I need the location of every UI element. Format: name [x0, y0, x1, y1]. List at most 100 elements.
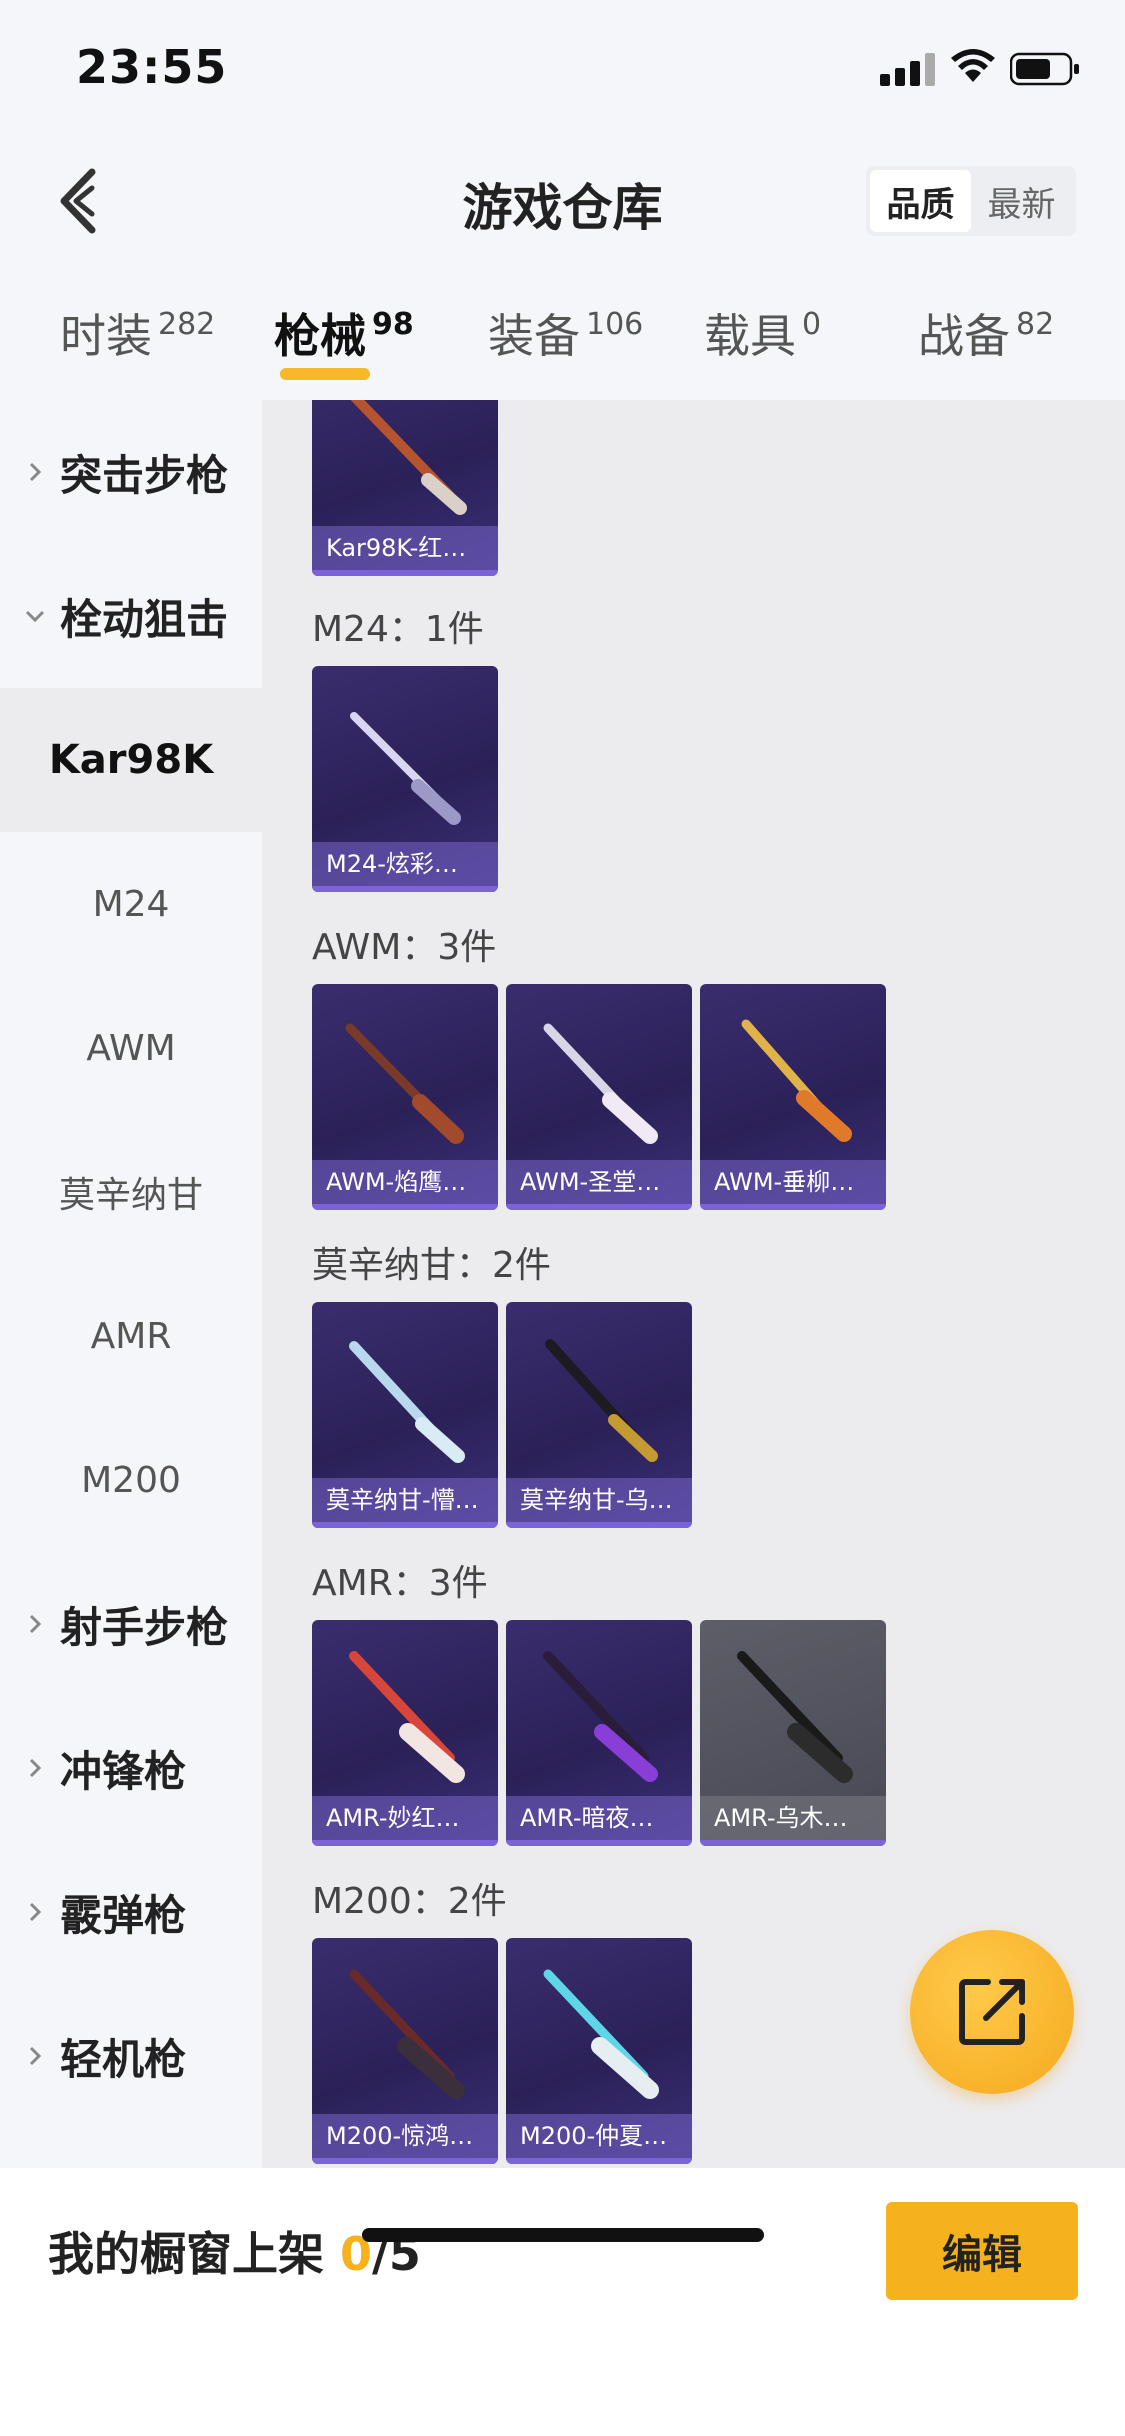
rifle-icon [349, 1969, 465, 2099]
section-title-awm: AWM：3件 [312, 927, 497, 968]
tab-label: 载具 [704, 309, 796, 363]
rifle-icon [350, 712, 461, 825]
chevron-down-icon [25, 610, 45, 623]
item-card[interactable]: Kar98K-红… [312, 400, 498, 576]
tab-weapons[interactable]: 枪械 98 [274, 300, 414, 366]
section-title-m24: M24：1件 [312, 609, 484, 650]
item-card-label: AWM-圣堂… [506, 1160, 692, 1204]
item-card[interactable]: AWM-垂柳… [700, 984, 886, 1210]
chevron-right-icon [29, 2046, 42, 2066]
sidebar-item-m24[interactable]: M24 [0, 832, 262, 976]
sort-newest-button[interactable]: 最新 [971, 170, 1072, 232]
status-time: 23:55 [76, 40, 228, 94]
status-bar: 23:55 [0, 0, 1125, 140]
tab-label: 战备 [918, 309, 1010, 363]
edit-button[interactable]: 编辑 [886, 2202, 1078, 2300]
section-title-amr: AMR：3件 [312, 1563, 488, 1604]
tab-count: 106 [586, 307, 644, 342]
tab-label: 时装 [60, 309, 152, 363]
item-card[interactable]: 莫辛纳甘-乌… [506, 1302, 692, 1528]
sidebar-group-label: 冲锋枪 [60, 1746, 187, 1796]
bottom-bar: 我的橱窗上架 0/5 编辑 [0, 2168, 1125, 2436]
chevron-right-icon [29, 1614, 42, 1634]
item-grid: Kar98K-红… M24：1件 M24-炫彩… AWM：3件 AWM-焰鹰… … [262, 400, 1125, 2170]
share-icon [959, 1979, 1025, 2045]
sidebar-item-m200[interactable]: M200 [0, 1408, 262, 1552]
item-card[interactable]: M24-炫彩… [312, 666, 498, 892]
sidebar-group-label: 突击步枪 [60, 450, 229, 500]
rifle-icon [543, 1023, 658, 1144]
category-tabs: 时装 282 枪械 98 装备 106 载具 0 战备 82 [0, 280, 1125, 390]
item-card-label: AMR-暗夜… [506, 1796, 692, 1840]
active-tab-indicator [280, 368, 370, 380]
sidebar-group-smgs[interactable]: 冲锋枪 [0, 1696, 262, 1840]
item-card-label: 莫辛纳甘-懵… [312, 1478, 498, 1522]
sidebar-item-awm[interactable]: AWM [0, 976, 262, 1120]
sidebar-item-amr[interactable]: AMR [0, 1264, 262, 1408]
item-card-label: M200-惊鸿… [312, 2114, 498, 2158]
item-card-label: AWM-垂柳… [700, 1160, 886, 1204]
tab-supplies[interactable]: 战备 82 [918, 300, 1054, 366]
rifle-icon [349, 1651, 465, 1783]
sidebar-group-marksman-rifles[interactable]: 射手步枪 [0, 1552, 262, 1696]
share-button[interactable] [910, 1930, 1074, 2094]
tab-outfits[interactable]: 时装 282 [60, 300, 215, 366]
cellular-signal-icon [880, 52, 936, 86]
sidebar-group-label: 霰弹枪 [60, 1890, 187, 1940]
home-indicator [362, 2228, 764, 2242]
tab-count: 98 [372, 307, 414, 342]
item-card-label: M24-炫彩… [312, 842, 498, 886]
sort-quality-button[interactable]: 品质 [870, 170, 971, 232]
app-screen: 23:55 游戏仓库 品质 最新 时装 282 枪械 98 装备 106 载具 … [0, 0, 1125, 2436]
rifle-icon [543, 1969, 659, 2099]
item-card-label: AMR-乌木… [700, 1796, 886, 1840]
sidebar-group-bolt-snipers[interactable]: 栓动狙击 [0, 544, 262, 688]
item-card[interactable]: M200-惊鸿… [312, 1938, 498, 2164]
item-card[interactable]: M200-仲夏… [506, 1938, 692, 2164]
sort-toggle: 品质 最新 [866, 166, 1076, 236]
rifle-icon [545, 1339, 658, 1462]
section-title-m200: M200：2件 [312, 1881, 507, 1922]
item-card-label: AWM-焰鹰… [312, 1160, 498, 1204]
sidebar-item-kar98k[interactable]: Kar98K [0, 688, 262, 832]
tab-count: 282 [158, 307, 216, 342]
item-card[interactable]: AWM-焰鹰… [312, 984, 498, 1210]
rifle-icon [741, 1019, 852, 1142]
sidebar-item-mosin[interactable]: 莫辛纳甘 [0, 1120, 262, 1264]
item-card-label: AMR-妙红… [312, 1796, 498, 1840]
chevron-right-icon [29, 1758, 42, 1778]
header: 游戏仓库 品质 最新 [0, 140, 1125, 260]
tab-count: 82 [1016, 307, 1055, 342]
item-card[interactable]: AMR-乌木… [700, 1620, 886, 1846]
sidebar-group-label: 栓动狙击 [60, 594, 229, 644]
rifle-icon [737, 1651, 853, 1783]
tab-count: 0 [802, 307, 822, 342]
tab-label: 枪械 [274, 309, 366, 363]
item-card[interactable]: AMR-暗夜… [506, 1620, 692, 1846]
item-card-label: M200-仲夏… [506, 2114, 692, 2158]
battery-icon [1010, 52, 1079, 86]
rifle-icon [350, 400, 467, 515]
tab-label: 装备 [488, 309, 580, 363]
sidebar-group-label: 射手步枪 [60, 1602, 229, 1652]
rifle-icon [349, 1341, 465, 1463]
item-card[interactable]: AMR-妙红… [312, 1620, 498, 1846]
wifi-icon [951, 49, 995, 82]
sidebar: 突击步枪 栓动狙击 Kar98K M24 AWM 莫辛纳甘 AMR M200 射… [0, 400, 262, 2170]
rifle-icon [345, 1023, 464, 1144]
sidebar-group-assault-rifles[interactable]: 突击步枪 [0, 400, 262, 544]
sidebar-group-lmgs[interactable]: 轻机枪 [0, 1984, 262, 2128]
item-card-label: Kar98K-红… [312, 526, 498, 570]
rifle-icon [543, 1651, 658, 1782]
tab-vehicles[interactable]: 载具 0 [704, 300, 821, 366]
tab-equipment[interactable]: 装备 106 [488, 300, 643, 366]
sidebar-group-label: 轻机枪 [60, 2034, 187, 2084]
item-card[interactable]: 莫辛纳甘-懵… [312, 1302, 498, 1528]
showcase-label: 我的橱窗上架 [48, 2227, 324, 2281]
item-card-label: 莫辛纳甘-乌… [506, 1478, 692, 1522]
section-title-mosin: 莫辛纳甘：2件 [312, 1245, 551, 1286]
chevron-right-icon [29, 462, 42, 482]
sidebar-group-shotguns[interactable]: 霰弹枪 [0, 1840, 262, 1984]
item-card[interactable]: AWM-圣堂… [506, 984, 692, 1210]
chevron-right-icon [29, 1902, 42, 1922]
